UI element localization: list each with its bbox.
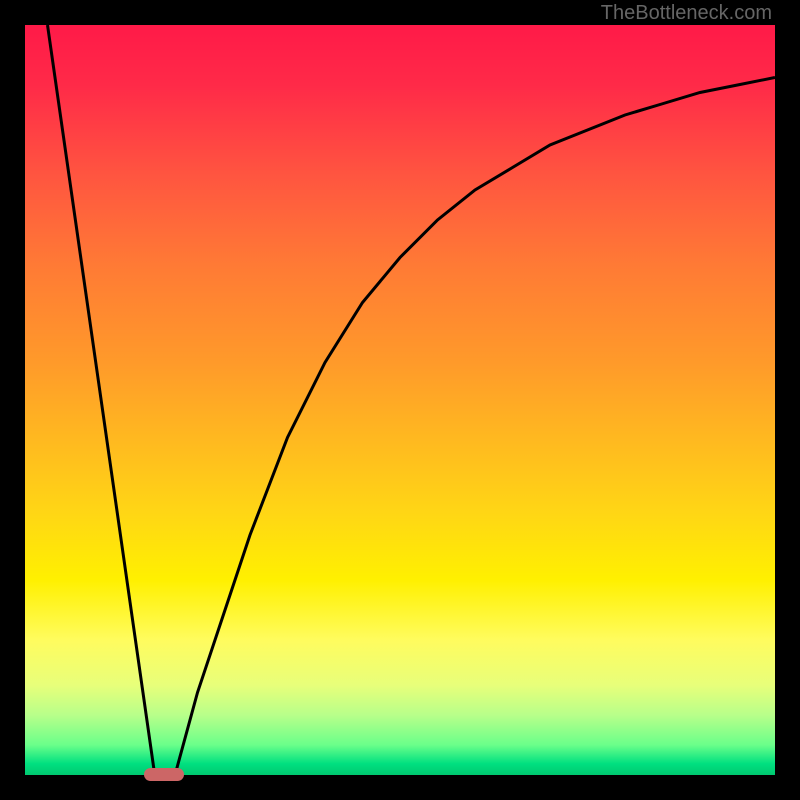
- chart-lines-svg: [25, 25, 775, 775]
- right-curve: [175, 78, 775, 776]
- chart-container: TheBottleneck.com: [0, 0, 800, 800]
- left-line: [48, 25, 155, 775]
- watermark-text: TheBottleneck.com: [601, 2, 772, 25]
- valley-marker: [144, 768, 184, 781]
